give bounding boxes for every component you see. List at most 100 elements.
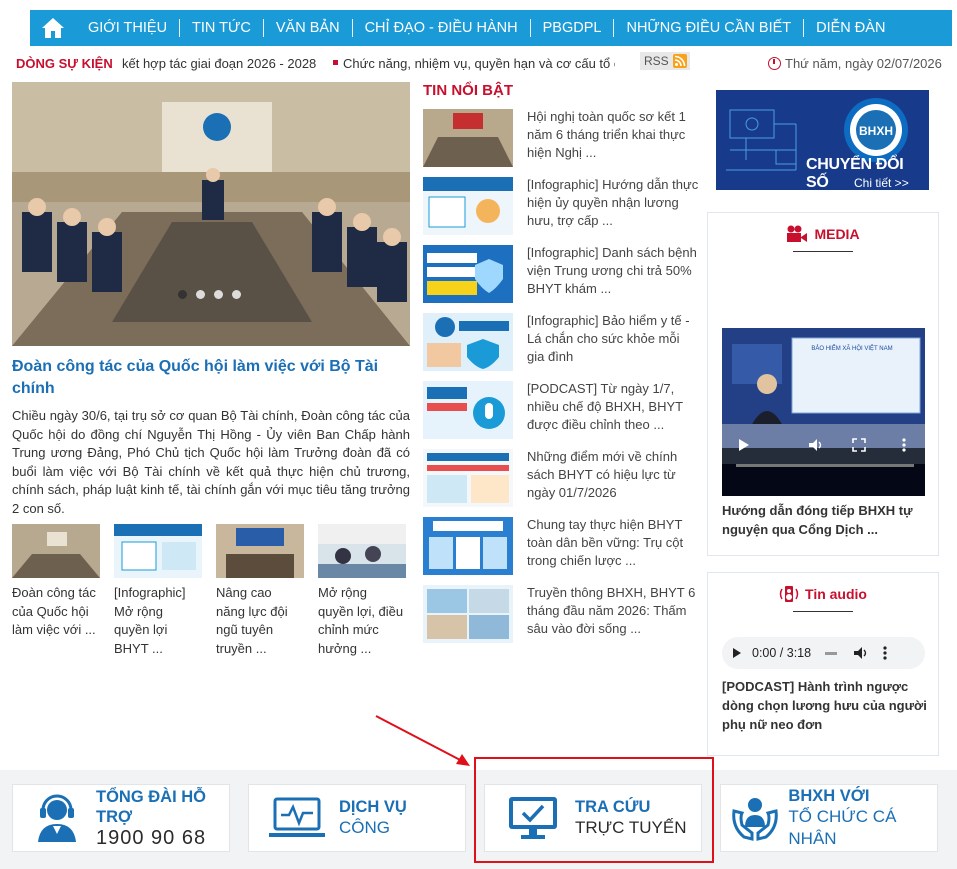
audio-title: Tin audio xyxy=(805,586,867,602)
public-service-card[interactable]: DỊCH VỤ CÔNG xyxy=(248,784,466,852)
highlight-item[interactable]: [Infographic] Danh sách bệnh viện Trung … xyxy=(423,245,698,305)
svg-text:BHXH: BHXH xyxy=(859,124,893,138)
audio-box: Tin audio 0:00 / 3:18 [PODCAST] Hành trì… xyxy=(707,572,939,756)
ticker-bullet xyxy=(333,60,338,65)
volume-icon[interactable] xyxy=(853,646,869,660)
slider-dot[interactable] xyxy=(178,290,187,299)
more-options-icon[interactable] xyxy=(902,438,906,452)
hotline-number: 1900 90 68 xyxy=(95,827,207,849)
digital-transformation-banner[interactable]: BHXH CHUYỂN ĐỔI SỐ Chi tiết >> xyxy=(716,90,929,190)
highlight-title: [Infographic] Bảo hiểm y tế - Lá chắn ch… xyxy=(527,313,690,364)
highlight-item[interactable]: Hội nghị toàn quốc sơ kết 1 năm 6 tháng … xyxy=(423,109,698,169)
ticker-label: DÒNG SỰ KIỆN xyxy=(16,56,113,71)
video-progress-bar[interactable] xyxy=(736,464,914,467)
highlight-title: [PODCAST] Từ ngày 1/7, nhiều chế độ BHXH… xyxy=(527,381,683,432)
thumb-image xyxy=(114,524,202,578)
highlights-heading: TIN NỔI BẬT xyxy=(423,82,513,99)
highlight-item[interactable]: [Infographic] Bảo hiểm y tế - Lá chắn ch… xyxy=(423,313,698,373)
nav-item-pbgdpl[interactable]: PBGDPL xyxy=(531,19,615,37)
ticker-item[interactable]: Chức năng, nhiệm vụ, quyền hạn và cơ cấu… xyxy=(343,56,615,71)
media-title: MEDIA xyxy=(814,226,860,242)
nav-bar: GIỚI THIỆU TIN TỨC VĂN BẢN CHỈ ĐẠO - ĐIỀ… xyxy=(30,10,952,46)
media-box: MEDIA BẢO HIỂM XÃ HỘI VIỆT NAM Hướng dẫn… xyxy=(707,212,939,556)
feature-title-link[interactable]: Đoàn công tác của Quốc hội làm việc với … xyxy=(12,356,410,400)
audio-player[interactable]: 0:00 / 3:18 xyxy=(722,637,925,669)
highlight-image xyxy=(423,245,513,303)
highlight-item[interactable]: [Infographic] Hướng dẫn thực hiện ủy quy… xyxy=(423,177,698,237)
thumb-caption: Đoàn công tác của Quốc hội làm việc với … xyxy=(12,585,96,637)
thumb-image xyxy=(216,524,304,578)
nav-item-dien-dan[interactable]: DIỄN ĐÀN xyxy=(804,19,897,37)
more-options-icon[interactable] xyxy=(883,646,887,660)
banner-detail-link[interactable]: Chi tiết >> xyxy=(854,176,909,190)
svg-text:BẢO HIỂM XÃ HỘI VIỆT NAM: BẢO HIỂM XÃ HỘI VIỆT NAM xyxy=(811,344,892,352)
card-title: DỊCH VỤ xyxy=(339,798,407,816)
headset-icon xyxy=(31,788,84,848)
highlight-image xyxy=(423,177,513,235)
card-subtitle: CÔNG xyxy=(339,818,390,837)
home-button[interactable] xyxy=(30,10,76,46)
highlight-image xyxy=(423,313,513,371)
rss-icon xyxy=(672,54,687,68)
rss-label: RSS xyxy=(644,54,669,68)
ticker-item[interactable]: kết hợp tác giai đoạn 2026 - 2028 xyxy=(122,56,316,71)
card-subtitle: TỔ CHỨC CÁ NHÂN xyxy=(788,807,897,848)
slider-dot[interactable] xyxy=(232,290,241,299)
play-icon[interactable] xyxy=(738,438,750,452)
thumb-item[interactable]: [Infographic] Mở rộng quyền lợi BHYT ... xyxy=(114,524,202,658)
nav-item-van-ban[interactable]: VĂN BẢN xyxy=(264,19,353,37)
audio-caption[interactable]: [PODCAST] Hành trình ngược dòng chọn lươ… xyxy=(722,677,932,734)
meeting-room-photo xyxy=(12,82,410,346)
date-text: Thứ năm, ngày 02/07/2026 xyxy=(785,56,942,71)
current-date: Thứ năm, ngày 02/07/2026 xyxy=(768,56,942,71)
thumb-caption: Mở rộng quyền lợi, điều chỉnh mức hưởng … xyxy=(318,585,404,656)
thumb-item[interactable]: Mở rộng quyền lợi, điều chỉnh mức hưởng … xyxy=(318,524,406,658)
audio-seek-bar[interactable] xyxy=(825,651,838,655)
audio-divider xyxy=(793,611,853,612)
thumb-item[interactable]: Đoàn công tác của Quốc hội làm việc với … xyxy=(12,524,100,658)
slider-dot[interactable] xyxy=(196,290,205,299)
highlight-item[interactable]: [PODCAST] Từ ngày 1/7, nhiều chế độ BHXH… xyxy=(423,381,698,441)
media-heading: MEDIA xyxy=(708,225,938,243)
highlight-title: Hội nghị toàn quốc sơ kết 1 năm 6 tháng … xyxy=(527,109,686,160)
related-thumbs: Đoàn công tác của Quốc hội làm việc với … xyxy=(12,524,410,658)
highlight-title: [Infographic] Danh sách bệnh viện Trung … xyxy=(527,245,697,296)
highlight-image xyxy=(423,109,513,167)
highlight-title: Những điểm mới về chính sách BHYT có hiệ… xyxy=(527,449,678,500)
media-caption[interactable]: Hướng dẫn đóng tiếp BHXH tự nguyện qua C… xyxy=(722,501,932,539)
media-divider xyxy=(793,251,853,252)
thumb-image xyxy=(318,524,406,578)
arrow-annotation xyxy=(375,715,470,766)
slider-dot[interactable] xyxy=(214,290,223,299)
highlight-title: Chung tay thực hiện BHYT toàn dân bền vữ… xyxy=(527,517,684,568)
support-hotline-card[interactable]: TỔNG ĐÀI HỖ TRỢ 1900 90 68 xyxy=(12,784,230,852)
nav-item-gioi-thieu[interactable]: GIỚI THIỆU xyxy=(76,19,181,37)
fullscreen-icon[interactable] xyxy=(852,438,866,452)
rss-button[interactable]: RSS xyxy=(640,52,690,70)
monitor-pulse-icon xyxy=(267,788,327,848)
highlight-image xyxy=(423,517,513,575)
card-title: BHXH VỚI xyxy=(788,787,870,805)
highlight-item[interactable]: Truyền thông BHXH, BHYT 6 tháng đầu năm … xyxy=(423,585,698,645)
nav-item-chi-dao-dieu-hanh[interactable]: CHỈ ĐẠO - ĐIỀU HÀNH xyxy=(353,19,531,37)
highlight-title: Truyền thông BHXH, BHYT 6 tháng đầu năm … xyxy=(527,585,696,636)
highlight-item[interactable]: Những điểm mới về chính sách BHYT có hiệ… xyxy=(423,449,698,509)
thumb-caption: [Infographic] Mở rộng quyền lợi BHYT ... xyxy=(114,585,186,656)
audio-time: 0:00 / 3:18 xyxy=(752,646,812,660)
nav-item-nhung-dieu-can-biet[interactable]: NHỮNG ĐIỀU CẦN BIẾT xyxy=(614,19,805,37)
volume-icon[interactable] xyxy=(808,438,824,452)
thumb-caption: Nâng cao năng lực đội ngũ tuyên truyền .… xyxy=(216,585,288,656)
highlight-image xyxy=(423,381,513,439)
highlight-image xyxy=(423,449,513,507)
nav-item-tin-tuc[interactable]: TIN TỨC xyxy=(180,19,264,37)
video-controls xyxy=(722,438,925,496)
slider-dots xyxy=(178,290,241,299)
feature-slider-image[interactable] xyxy=(12,82,410,346)
play-icon[interactable] xyxy=(732,647,742,659)
organization-individual-card[interactable]: BHXH VỚI TỔ CHỨC CÁ NHÂN xyxy=(720,784,938,852)
card-title: TỔNG ĐÀI HỖ TRỢ xyxy=(95,788,206,826)
thumb-item[interactable]: Nâng cao năng lực đội ngũ tuyên truyền .… xyxy=(216,524,304,658)
highlight-item[interactable]: Chung tay thực hiện BHYT toàn dân bền vữ… xyxy=(423,517,698,577)
video-camera-icon xyxy=(787,225,808,242)
media-video-player[interactable]: BẢO HIỂM XÃ HỘI VIỆT NAM xyxy=(722,328,925,496)
